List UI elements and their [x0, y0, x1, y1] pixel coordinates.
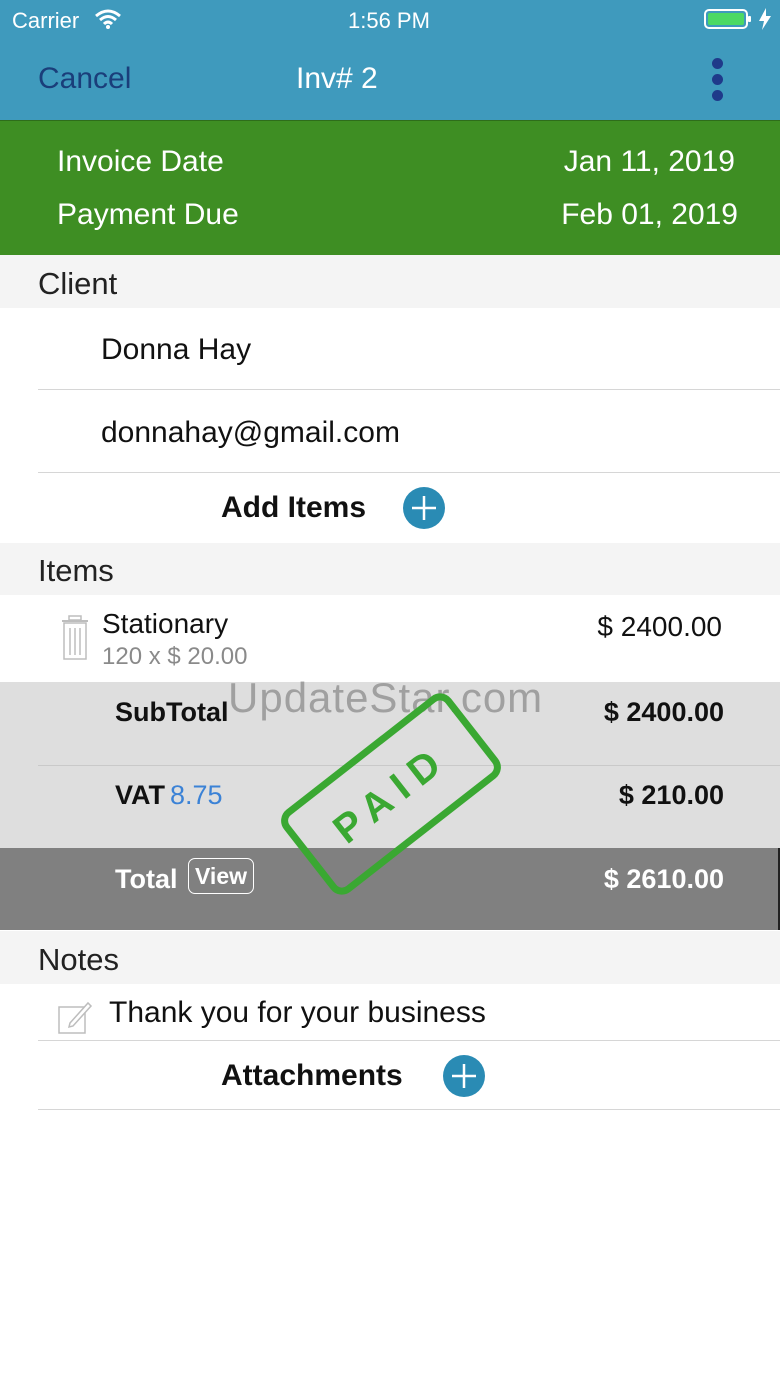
charging-bolt-icon [759, 8, 771, 30]
invoice-date-value[interactable]: Jan 11, 2019 [564, 145, 735, 179]
vat-rate[interactable]: 8.75 [170, 780, 223, 811]
wifi-icon [95, 9, 121, 29]
total-value: $ 2610.00 [603, 864, 724, 894]
plus-icon [412, 496, 436, 520]
watermark-text: UpdateStar.com [228, 674, 544, 721]
edit-note-icon[interactable] [57, 999, 93, 1035]
vat-value: $ 210.00 [618, 780, 724, 810]
plus-icon [452, 1064, 476, 1088]
attachments-label[interactable]: Attachments [221, 1059, 403, 1093]
battery-icon [704, 9, 751, 29]
add-items-label[interactable]: Add Items [221, 491, 366, 525]
item-detail: 120 x $ 20.00 [102, 643, 248, 670]
client-section-header: Client [0, 255, 780, 308]
client-name[interactable]: Donna Hay [101, 333, 251, 367]
items-section-header: Items [0, 543, 780, 595]
notes-section-title: Notes [38, 942, 119, 977]
payment-due-label: Payment Due [57, 198, 239, 231]
navigation-bar: Carrier 1:56 PM Cancel Inv# 2 [0, 0, 780, 120]
more-options-button[interactable] [702, 56, 734, 102]
page-title: Inv# 2 [296, 62, 378, 95]
subtotal-value: $ 2400.00 [603, 697, 724, 727]
invoice-date-label: Invoice Date [57, 145, 224, 178]
add-items-button[interactable] [403, 487, 445, 529]
item-amount: $ 2400.00 [597, 611, 722, 642]
subtotal-label: SubTotal [115, 697, 229, 727]
status-time: 1:56 PM [348, 8, 430, 33]
item-name: Stationary [102, 608, 229, 639]
divider [38, 389, 780, 390]
payment-due-value[interactable]: Feb 01, 2019 [561, 198, 738, 232]
client-email[interactable]: donnahay@gmail.com [101, 416, 400, 450]
trash-icon[interactable] [60, 615, 90, 661]
list-item[interactable]: Stationary 120 x $ 20.00 $ 2400.00 [0, 595, 780, 682]
add-attachment-button[interactable] [443, 1055, 485, 1097]
divider [38, 1109, 780, 1110]
view-total-button[interactable]: View [188, 858, 254, 894]
vat-label: VAT [115, 780, 165, 810]
carrier-label: Carrier [12, 8, 80, 33]
notes-section-header: Notes [0, 931, 780, 984]
divider [38, 472, 780, 473]
cancel-button[interactable]: Cancel [38, 62, 131, 96]
items-section-title: Items [38, 553, 114, 588]
divider [38, 1040, 780, 1041]
client-section-title: Client [38, 266, 118, 301]
notes-text[interactable]: Thank you for your business [109, 996, 486, 1030]
total-label: Total [115, 864, 178, 894]
invoice-dates-bar: Invoice Date Jan 11, 2019 Payment Due Fe… [0, 120, 780, 255]
